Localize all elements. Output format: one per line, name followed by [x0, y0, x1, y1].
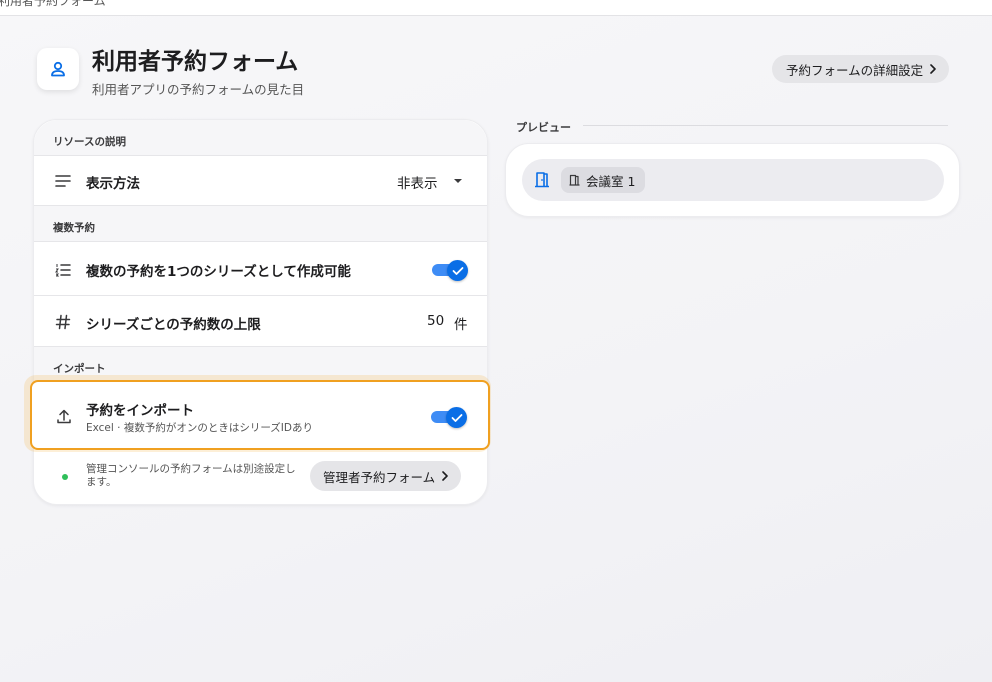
series-limit-unit: 件 [454, 317, 468, 333]
section-header-multiple-booking: 複数予約 [34, 206, 487, 242]
resource-chip-label: 会議室 1 [586, 173, 636, 189]
toggle-knob [446, 407, 467, 428]
upload-icon [54, 406, 74, 426]
preview-card: 会議室 1 [505, 143, 960, 217]
window-titlebar: 利用者予約フォーム [0, 0, 992, 16]
series-limit-label: シリーズごとの予約数の上限 [86, 317, 261, 333]
section-title: インポート [53, 363, 106, 375]
form-detail-settings-button[interactable]: 予約フォームの詳細設定 [772, 55, 950, 83]
series-limit-row[interactable]: シリーズごとの予約数の上限 50 件 [34, 296, 487, 347]
preview-divider [583, 125, 948, 126]
lines-icon [53, 171, 73, 191]
admin-booking-form-label: 管理者予約フォーム [323, 469, 436, 485]
checkmark-icon [451, 413, 462, 422]
preview-label: プレビュー [516, 121, 571, 134]
import-booking-row: 予約をインポート Excel · 複数予約がオンのときはシリーズIDあり [30, 380, 490, 450]
series-limit-value[interactable]: 50 [427, 313, 444, 329]
series-booking-row: 複数の予約を1つのシリーズとして作成可能 [34, 242, 487, 296]
admin-booking-form-button[interactable]: 管理者予約フォーム [310, 461, 462, 491]
door-icon [535, 172, 549, 188]
hash-icon [53, 312, 73, 332]
import-booking-toggle[interactable] [431, 407, 467, 428]
app-icon [37, 48, 79, 90]
section-header-resource-description: リソースの説明 [34, 120, 487, 156]
page-title: 利用者予約フォーム [92, 49, 299, 75]
window-title: 利用者予約フォーム [0, 0, 106, 8]
form-detail-settings-label: 予約フォームの詳細設定 [786, 62, 924, 78]
door-small-icon [569, 174, 580, 186]
status-dot [62, 474, 68, 480]
preview-resource-field[interactable]: 会議室 1 [522, 159, 944, 201]
section-title: 複数予約 [53, 222, 95, 234]
admin-console-note: 管理コンソールの予約フォームは別途設定します。 [86, 463, 296, 488]
section-title: リソースの説明 [53, 136, 126, 148]
resource-chip[interactable]: 会議室 1 [561, 167, 646, 193]
numbered-list-icon [53, 260, 73, 280]
display-method-label: 表示方法 [86, 176, 140, 192]
display-method-select[interactable]: 非表示 [397, 172, 438, 192]
toggle-knob [447, 260, 468, 281]
page-subtitle: 利用者アプリの予約フォームの見た目 [92, 82, 305, 97]
chevron-right-icon [442, 471, 448, 481]
series-booking-label: 複数の予約を1つのシリーズとして作成可能 [86, 264, 351, 280]
display-method-row[interactable]: 表示方法 非表示 [34, 156, 487, 206]
series-booking-toggle[interactable] [432, 260, 468, 281]
import-booking-label: 予約をインポート [86, 403, 194, 419]
caret-down-icon[interactable] [453, 178, 463, 184]
person-icon [51, 61, 65, 77]
import-booking-description: Excel · 複数予約がオンのときはシリーズIDあり [86, 422, 313, 434]
chevron-right-icon [930, 64, 936, 74]
checkmark-icon [452, 266, 463, 275]
